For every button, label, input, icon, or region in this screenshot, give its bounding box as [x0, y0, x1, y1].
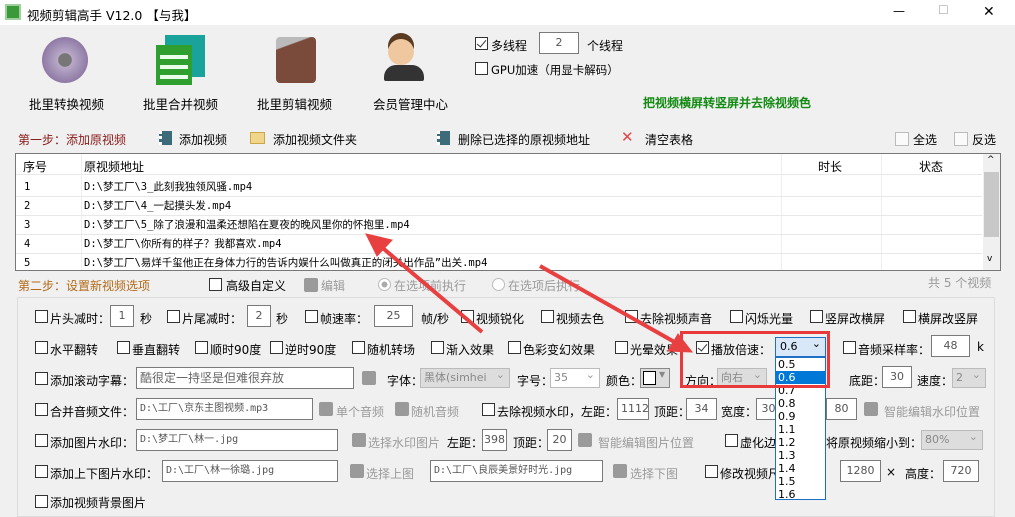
annotation-arrows [365, 233, 694, 353]
arrow-to-speed-option [539, 264, 694, 353]
arrow-to-table-row [365, 233, 484, 334]
